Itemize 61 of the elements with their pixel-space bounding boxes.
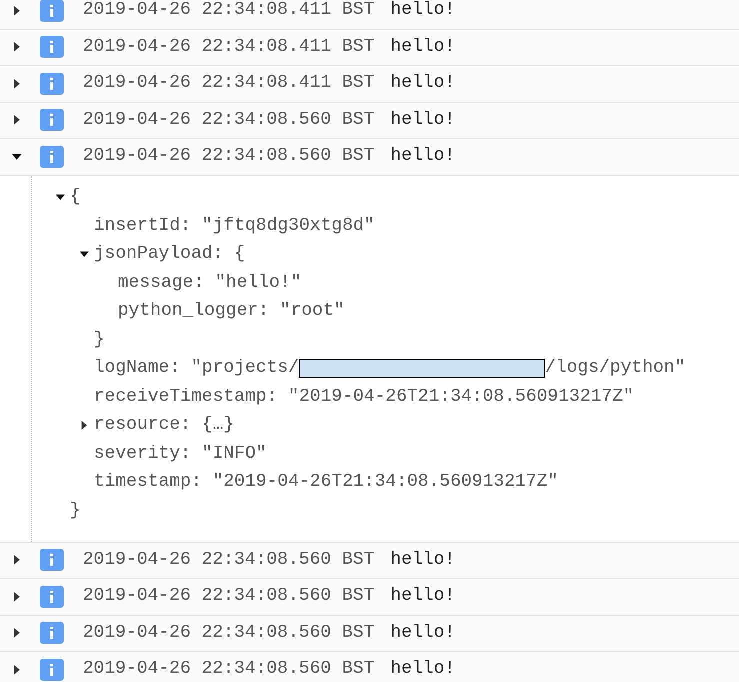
log-message: hello! xyxy=(390,0,456,22)
caret-right-icon[interactable] xyxy=(12,78,22,89)
caret-down-icon[interactable] xyxy=(80,250,89,260)
info-icon xyxy=(40,146,64,168)
log-message: hello! xyxy=(390,585,456,608)
log-timestamp: 2019-04-26 22:34:08.560 BST xyxy=(83,108,375,132)
info-icon xyxy=(40,109,64,132)
caret-right-icon[interactable] xyxy=(12,628,22,638)
log-message: hello! xyxy=(390,36,456,59)
caret-right-icon[interactable] xyxy=(80,421,89,430)
caret-right-icon[interactable] xyxy=(12,42,22,52)
log-message: hello! xyxy=(390,548,456,572)
info-icon xyxy=(40,586,64,608)
log-timestamp: 2019-04-26 22:34:08.560 BST xyxy=(83,548,375,572)
info-icon xyxy=(40,0,64,22)
json-line: timestamp: "2019-04-26T21:34:08.560913217Z" xyxy=(94,471,558,494)
log-timestamp: 2019-04-26 22:34:08.560 BST xyxy=(83,585,375,608)
log-row[interactable]: 2019-04-26 22:34:08.411 BST hello! xyxy=(0,30,739,66)
json-line: /logs/python" xyxy=(545,357,686,380)
json-line: python_logger: "root" xyxy=(118,300,345,324)
json-line: { xyxy=(70,186,81,210)
json-line: jsonPayload: { xyxy=(94,243,246,266)
log-row[interactable]: 2019-04-26 22:34:08.411 BST hello! xyxy=(0,66,739,102)
json-line: logName: "projects/ xyxy=(94,357,300,380)
caret-right-icon[interactable] xyxy=(12,555,22,566)
log-message: hello! xyxy=(390,145,456,168)
log-row[interactable]: 2019-04-26 22:34:08.560 BST hello! xyxy=(0,139,739,176)
info-icon xyxy=(40,622,64,644)
log-timestamp: 2019-04-26 22:34:08.560 BST xyxy=(83,145,375,168)
json-line: resource: {…} xyxy=(94,414,234,438)
log-row[interactable]: 2019-04-26 22:34:08.560 BST hello! xyxy=(0,542,739,579)
log-message: hello! xyxy=(390,658,456,682)
caret-right-icon[interactable] xyxy=(12,115,22,126)
log-timestamp: 2019-04-26 22:34:08.411 BST xyxy=(83,0,375,22)
caret-right-icon[interactable] xyxy=(12,6,22,16)
json-line: insertId: "jftq8dg30xtg8d" xyxy=(94,214,375,238)
caret-right-icon[interactable] xyxy=(12,664,22,675)
json-line: receiveTimestamp: "2019-04-26T21:34:08.560913217Z" xyxy=(94,386,634,409)
log-message: hello! xyxy=(390,72,456,96)
info-icon xyxy=(40,72,64,95)
json-line: severity: "INFO" xyxy=(94,442,267,466)
log-timestamp: 2019-04-26 22:34:08.560 BST xyxy=(83,622,375,645)
log-message: hello! xyxy=(390,622,456,645)
log-message: hello! xyxy=(390,108,456,132)
json-line: message: "hello!" xyxy=(118,272,302,295)
caret-right-icon[interactable] xyxy=(12,592,22,602)
info-icon xyxy=(40,36,64,58)
log-row[interactable]: 2019-04-26 22:34:08.560 BST hello! xyxy=(0,652,739,682)
log-timestamp: 2019-04-26 22:34:08.411 BST xyxy=(83,36,375,59)
log-row[interactable]: 2019-04-26 22:34:08.411 BST hello! xyxy=(0,0,739,30)
log-row[interactable]: 2019-04-26 22:34:08.560 BST hello! xyxy=(0,616,739,652)
json-line: } xyxy=(94,328,105,352)
caret-down-icon[interactable] xyxy=(56,193,65,202)
log-timestamp: 2019-04-26 22:34:08.560 BST xyxy=(83,658,375,682)
caret-down-icon[interactable] xyxy=(12,152,22,162)
info-icon xyxy=(40,549,64,572)
json-line: } xyxy=(70,500,81,523)
info-icon xyxy=(40,658,64,681)
log-row[interactable]: 2019-04-26 22:34:08.560 BST hello! xyxy=(0,102,739,139)
log-row[interactable]: 2019-04-26 22:34:08.560 BST hello! xyxy=(0,579,739,616)
log-timestamp: 2019-04-26 22:34:08.411 BST xyxy=(83,72,375,96)
